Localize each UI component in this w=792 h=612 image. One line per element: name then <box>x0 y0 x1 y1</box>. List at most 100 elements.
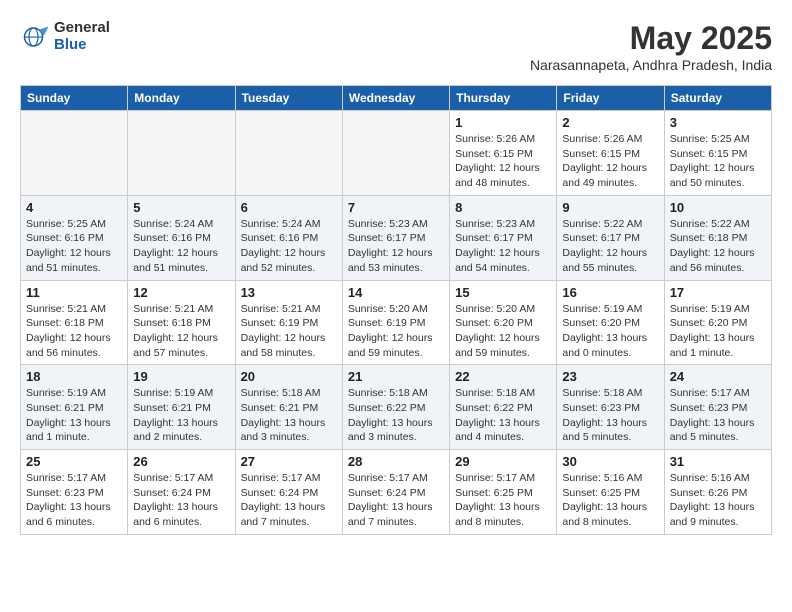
table-row: 3Sunrise: 5:25 AM Sunset: 6:15 PM Daylig… <box>664 111 771 196</box>
table-row <box>342 111 449 196</box>
day-info: Sunrise: 5:20 AM Sunset: 6:19 PM Dayligh… <box>348 302 444 361</box>
logo-blue-label: Blue <box>54 37 110 54</box>
day-info: Sunrise: 5:17 AM Sunset: 6:25 PM Dayligh… <box>455 471 551 530</box>
table-row: 6 Sunrise: 5:24 AM Sunset: 6:16 PM Daylig… <box>235 195 342 280</box>
day-info: Sunrise: 5:19 AM Sunset: 6:20 PM Dayligh… <box>670 302 766 361</box>
table-row: 2 Sunrise: 5:26 AM Sunset: 6:15 PM Daylig… <box>557 111 664 196</box>
day-info: Sunrise: 5:16 AM Sunset: 6:26 PM Dayligh… <box>670 471 766 530</box>
day-info: Sunrise: 5:21 AM Sunset: 6:18 PM Dayligh… <box>26 302 122 361</box>
day-number: 15 <box>455 285 551 300</box>
day-info: Sunrise: 5:22 AM Sunset: 6:18 PM Dayligh… <box>670 217 766 276</box>
day-number: 14 <box>348 285 444 300</box>
table-row: 17Sunrise: 5:19 AM Sunset: 6:20 PM Dayli… <box>664 280 771 365</box>
day-info: Sunrise: 5:26 AM Sunset: 6:15 PM Dayligh… <box>562 132 658 191</box>
day-info: Sunrise: 5:16 AM Sunset: 6:25 PM Dayligh… <box>562 471 658 530</box>
day-info: Sunrise: 5:17 AM Sunset: 6:24 PM Dayligh… <box>241 471 337 530</box>
header-thursday: Thursday <box>450 86 557 111</box>
table-row: 18Sunrise: 5:19 AM Sunset: 6:21 PM Dayli… <box>21 365 128 450</box>
day-info: Sunrise: 5:23 AM Sunset: 6:17 PM Dayligh… <box>455 217 551 276</box>
calendar-week-row: 1 Sunrise: 5:26 AM Sunset: 6:15 PM Daylig… <box>21 111 772 196</box>
month-title: May 2025 <box>530 20 772 57</box>
day-info: Sunrise: 5:19 AM Sunset: 6:21 PM Dayligh… <box>26 386 122 445</box>
day-info: Sunrise: 5:24 AM Sunset: 6:16 PM Dayligh… <box>241 217 337 276</box>
day-info: Sunrise: 5:18 AM Sunset: 6:22 PM Dayligh… <box>455 386 551 445</box>
table-row: 10 Sunrise: 5:22 AM Sunset: 6:18 PM Dayli… <box>664 195 771 280</box>
table-row <box>21 111 128 196</box>
table-row: 9 Sunrise: 5:22 AM Sunset: 6:17 PM Daylig… <box>557 195 664 280</box>
logo-icon <box>20 22 50 52</box>
table-row: 15 Sunrise: 5:20 AM Sunset: 6:20 PM Dayli… <box>450 280 557 365</box>
table-row: 28Sunrise: 5:17 AM Sunset: 6:24 PM Dayli… <box>342 450 449 535</box>
day-info: Sunrise: 5:19 AM Sunset: 6:20 PM Dayligh… <box>562 302 658 361</box>
calendar-week-row: 25 Sunrise: 5:17 AM Sunset: 6:23 PM Dayli… <box>21 450 772 535</box>
day-info: Sunrise: 5:17 AM Sunset: 6:23 PM Dayligh… <box>670 386 766 445</box>
day-info: Sunrise: 5:20 AM Sunset: 6:20 PM Dayligh… <box>455 302 551 361</box>
day-info: Sunrise: 5:22 AM Sunset: 6:17 PM Dayligh… <box>562 217 658 276</box>
table-row: 30 Sunrise: 5:16 AM Sunset: 6:25 PM Dayli… <box>557 450 664 535</box>
header-wednesday: Wednesday <box>342 86 449 111</box>
day-info: Sunrise: 5:18 AM Sunset: 6:22 PM Dayligh… <box>348 386 444 445</box>
table-row <box>235 111 342 196</box>
header-sunday: Sunday <box>21 86 128 111</box>
location-subtitle: Narasannapeta, Andhra Pradesh, India <box>530 57 772 73</box>
day-info: Sunrise: 5:24 AM Sunset: 6:16 PM Dayligh… <box>133 217 229 276</box>
logo-general-label: General <box>54 20 110 37</box>
table-row: 31Sunrise: 5:16 AM Sunset: 6:26 PM Dayli… <box>664 450 771 535</box>
table-row: 29 Sunrise: 5:17 AM Sunset: 6:25 PM Dayli… <box>450 450 557 535</box>
day-number: 10 <box>670 200 766 215</box>
day-number: 13 <box>241 285 337 300</box>
calendar-week-row: 18Sunrise: 5:19 AM Sunset: 6:21 PM Dayli… <box>21 365 772 450</box>
table-row: 22 Sunrise: 5:18 AM Sunset: 6:22 PM Dayli… <box>450 365 557 450</box>
day-number: 11 <box>26 285 122 300</box>
header-friday: Friday <box>557 86 664 111</box>
table-row: 25 Sunrise: 5:17 AM Sunset: 6:23 PM Dayli… <box>21 450 128 535</box>
day-number: 29 <box>455 454 551 469</box>
table-row: 12Sunrise: 5:21 AM Sunset: 6:18 PM Dayli… <box>128 280 235 365</box>
day-number: 30 <box>562 454 658 469</box>
table-row: 21 Sunrise: 5:18 AM Sunset: 6:22 PM Dayli… <box>342 365 449 450</box>
day-info: Sunrise: 5:26 AM Sunset: 6:15 PM Dayligh… <box>455 132 551 191</box>
day-number: 27 <box>241 454 337 469</box>
calendar-table: Sunday Monday Tuesday Wednesday Thursday… <box>20 85 772 535</box>
day-info: Sunrise: 5:23 AM Sunset: 6:17 PM Dayligh… <box>348 217 444 276</box>
header-monday: Monday <box>128 86 235 111</box>
title-area: May 2025 Narasannapeta, Andhra Pradesh, … <box>530 20 772 73</box>
day-number: 22 <box>455 369 551 384</box>
day-info: Sunrise: 5:18 AM Sunset: 6:21 PM Dayligh… <box>241 386 337 445</box>
day-number: 5 <box>133 200 229 215</box>
table-row: 20Sunrise: 5:18 AM Sunset: 6:21 PM Dayli… <box>235 365 342 450</box>
table-row: 8Sunrise: 5:23 AM Sunset: 6:17 PM Daylig… <box>450 195 557 280</box>
calendar-header-row: Sunday Monday Tuesday Wednesday Thursday… <box>21 86 772 111</box>
day-number: 24 <box>670 369 766 384</box>
table-row: 7 Sunrise: 5:23 AM Sunset: 6:17 PM Daylig… <box>342 195 449 280</box>
day-info: Sunrise: 5:17 AM Sunset: 6:23 PM Dayligh… <box>26 471 122 530</box>
day-info: Sunrise: 5:21 AM Sunset: 6:19 PM Dayligh… <box>241 302 337 361</box>
day-number: 1 <box>455 115 551 130</box>
table-row: 19 Sunrise: 5:19 AM Sunset: 6:21 PM Dayli… <box>128 365 235 450</box>
day-number: 25 <box>26 454 122 469</box>
table-row: 16 Sunrise: 5:19 AM Sunset: 6:20 PM Dayli… <box>557 280 664 365</box>
header-saturday: Saturday <box>664 86 771 111</box>
table-row: 27 Sunrise: 5:17 AM Sunset: 6:24 PM Dayli… <box>235 450 342 535</box>
day-info: Sunrise: 5:19 AM Sunset: 6:21 PM Dayligh… <box>133 386 229 445</box>
day-number: 2 <box>562 115 658 130</box>
day-number: 16 <box>562 285 658 300</box>
day-info: Sunrise: 5:25 AM Sunset: 6:16 PM Dayligh… <box>26 217 122 276</box>
table-row: 11 Sunrise: 5:21 AM Sunset: 6:18 PM Dayli… <box>21 280 128 365</box>
day-info: Sunrise: 5:17 AM Sunset: 6:24 PM Dayligh… <box>133 471 229 530</box>
day-info: Sunrise: 5:25 AM Sunset: 6:15 PM Dayligh… <box>670 132 766 191</box>
day-number: 21 <box>348 369 444 384</box>
logo-text: General Blue <box>54 20 110 53</box>
table-row: 23Sunrise: 5:18 AM Sunset: 6:23 PM Dayli… <box>557 365 664 450</box>
table-row: 24 Sunrise: 5:17 AM Sunset: 6:23 PM Dayli… <box>664 365 771 450</box>
day-number: 6 <box>241 200 337 215</box>
table-row: 26 Sunrise: 5:17 AM Sunset: 6:24 PM Dayli… <box>128 450 235 535</box>
day-number: 19 <box>133 369 229 384</box>
calendar-week-row: 4Sunrise: 5:25 AM Sunset: 6:16 PM Daylig… <box>21 195 772 280</box>
day-number: 23 <box>562 369 658 384</box>
day-info: Sunrise: 5:21 AM Sunset: 6:18 PM Dayligh… <box>133 302 229 361</box>
day-number: 9 <box>562 200 658 215</box>
day-number: 26 <box>133 454 229 469</box>
day-number: 7 <box>348 200 444 215</box>
table-row: 14 Sunrise: 5:20 AM Sunset: 6:19 PM Dayli… <box>342 280 449 365</box>
